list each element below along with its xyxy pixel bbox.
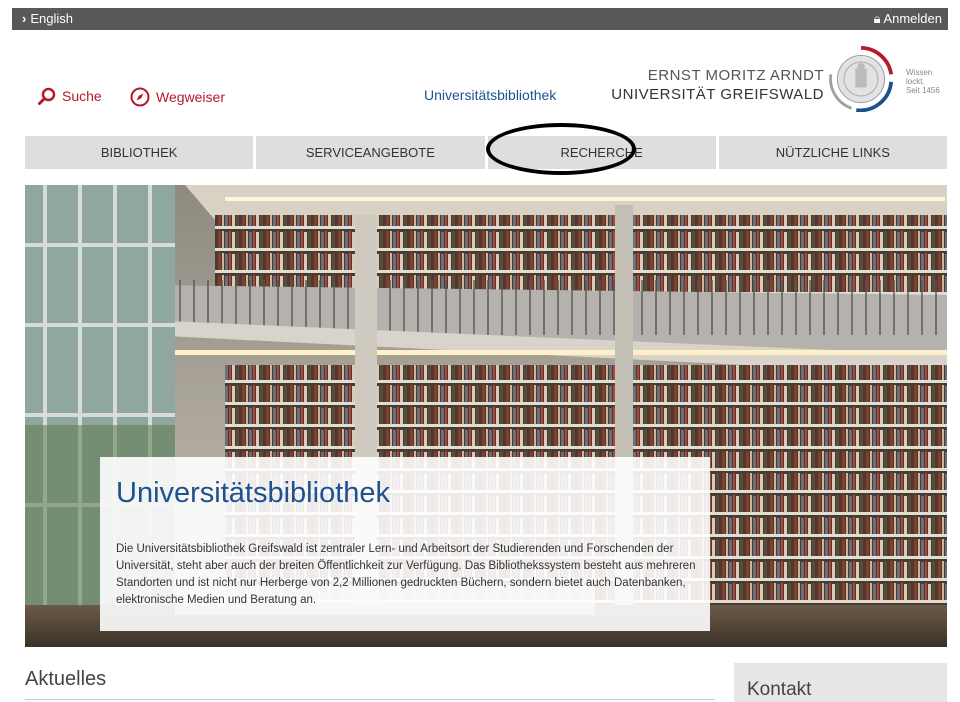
hero-caption: Universitätsbibliothek Die Universitätsb… [100,457,710,631]
university-name-line2: UNIVERSITÄT GREIFSWALD [611,86,824,103]
nav-item-bibliothek[interactable]: BIBLIOTHEK [25,136,254,169]
guide-link[interactable]: Wegweiser [130,87,225,107]
search-icon [38,87,56,105]
motto-line1: Wissen [906,68,933,77]
guide-label: Wegweiser [156,89,225,105]
motto: Wissen lockt. Seit 1456 [906,68,946,95]
nav-item-recherche[interactable]: RECHERCHE [485,123,716,175]
nav-item-nuetzliche-links[interactable]: NÜTZLICHE LINKS [718,136,947,169]
main-navigation: BIBLIOTHEK SERVICEANGEBOTE RECHERCHE NÜT… [25,123,947,175]
search-label: Suche [62,88,102,104]
top-bar: › English 🔒︎ Anmelden [12,8,948,30]
university-seal-logo[interactable] [828,46,894,112]
login-link[interactable]: 🔒︎ Anmelden [874,11,942,27]
news-heading: Aktuelles [25,668,107,690]
motto-line2: lockt. [906,77,925,86]
hero-title: Universitätsbibliothek [116,477,391,509]
news-divider [25,699,715,700]
search-link[interactable]: Suche [38,87,102,105]
library-title-link[interactable]: Universitätsbibliothek [424,87,556,103]
site-header: Suche Wegweiser Universitätsbibliothek E… [12,30,948,135]
motto-line3: Seit 1456 [906,86,940,95]
highlight-circle [485,123,636,175]
university-name-line1: ERNST MORITZ ARNDT [647,67,824,84]
login-label: Anmelden [883,11,942,26]
hero-text: Die Universitätsbibliothek Greifswald is… [116,543,696,606]
chevron-right-icon: › [22,11,27,26]
university-name[interactable]: ERNST MORITZ ARNDT UNIVERSITÄT GREIFSWAL… [611,66,824,104]
compass-icon [130,87,150,107]
nav-item-serviceangebote[interactable]: SERVICEANGEBOTE [256,136,485,169]
language-link[interactable]: › English [22,11,73,26]
contact-box: Kontakt [734,663,947,702]
language-label: English [30,11,73,26]
lock-icon: 🔒︎ [873,11,881,26]
contact-heading: Kontakt [747,679,812,700]
